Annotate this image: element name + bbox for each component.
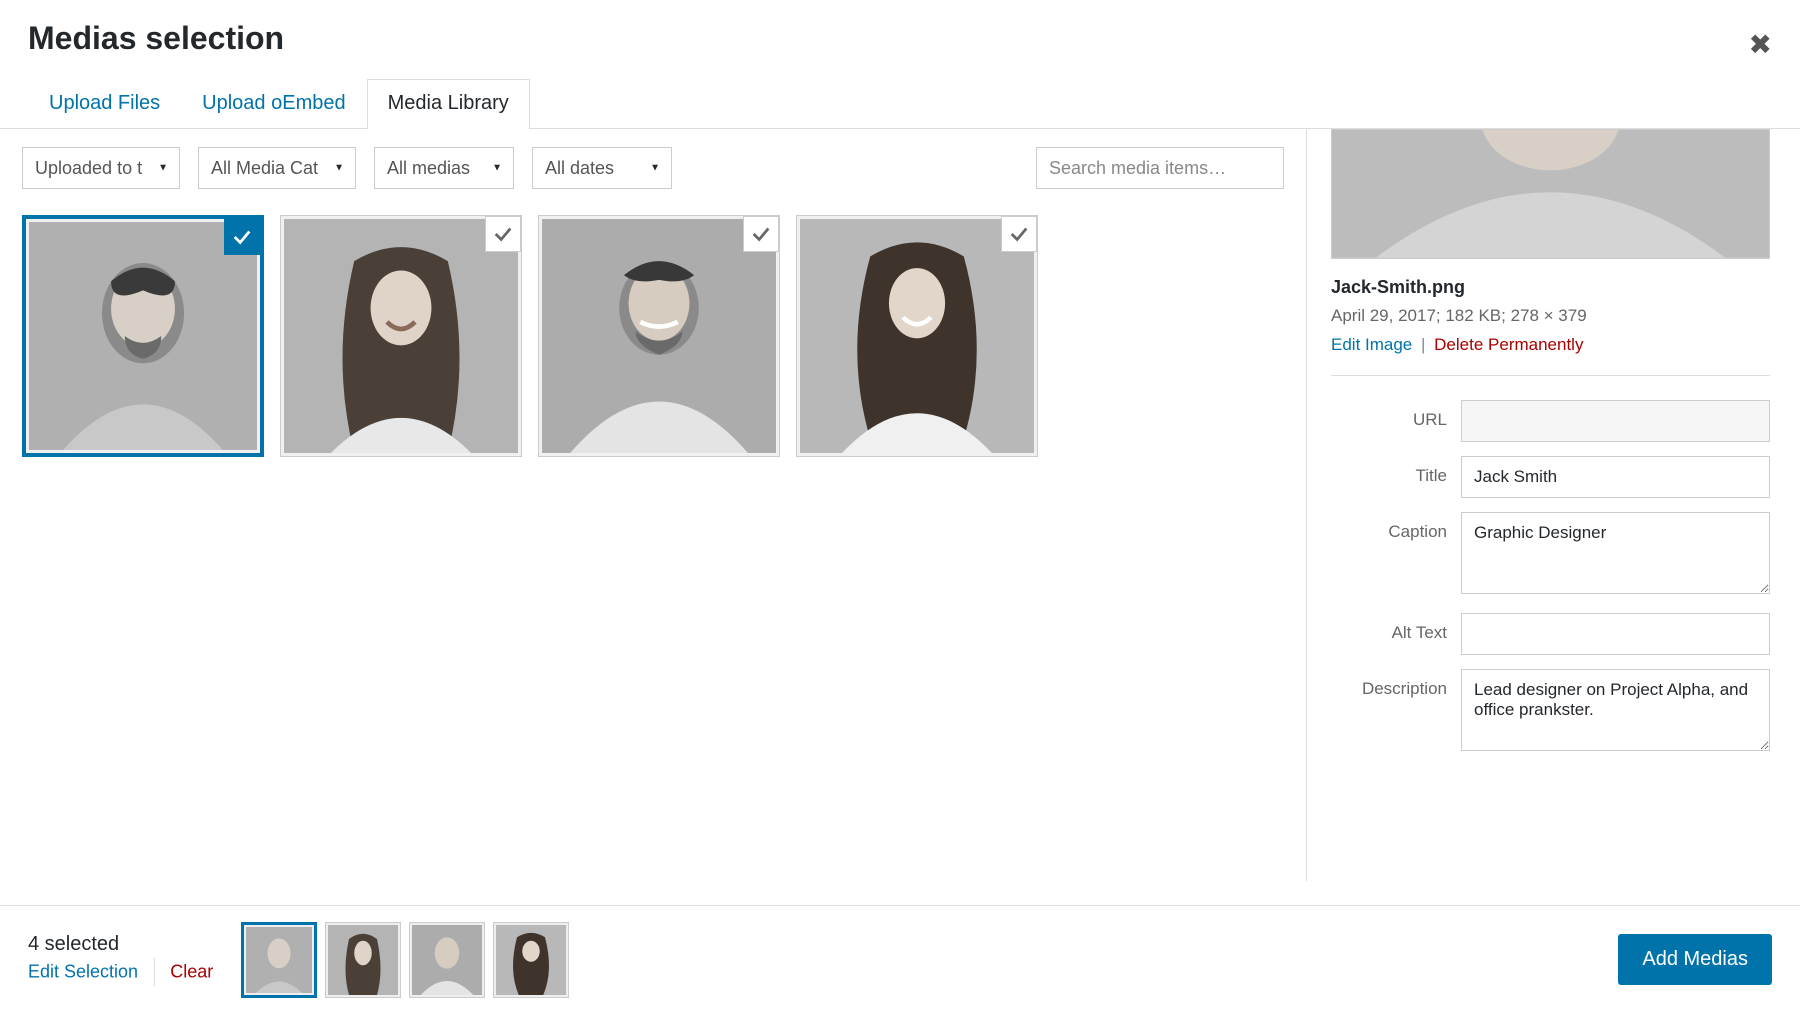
- close-button[interactable]: ✖: [1749, 28, 1772, 61]
- selection-count: 4 selected: [28, 933, 213, 956]
- media-thumb[interactable]: [22, 215, 264, 457]
- tab-upload-files[interactable]: Upload Files: [28, 79, 181, 129]
- selection-thumb[interactable]: [325, 922, 401, 998]
- attachment-meta: April 29, 2017; 182 KB; 278 × 379: [1331, 302, 1770, 329]
- attachment-details: Jack-Smith.png April 29, 2017; 182 KB; 2…: [1306, 129, 1800, 881]
- check-badge: [224, 219, 260, 255]
- thumb-image: [800, 219, 1034, 453]
- selection-thumb[interactable]: [241, 922, 317, 998]
- thumb-image: [29, 222, 257, 450]
- url-field[interactable]: [1461, 400, 1770, 442]
- close-icon: ✖: [1749, 29, 1772, 60]
- delete-permanently-link[interactable]: Delete Permanently: [1434, 335, 1583, 354]
- alt-text-label: Alt Text: [1331, 613, 1461, 643]
- check-badge: [1001, 216, 1037, 252]
- filter-attachment[interactable]: Uploaded to t: [22, 147, 180, 189]
- thumb-image: [284, 219, 518, 453]
- media-thumb[interactable]: [796, 215, 1038, 457]
- caption-field[interactable]: Graphic Designer: [1461, 512, 1770, 594]
- edit-selection-link[interactable]: Edit Selection: [28, 961, 138, 981]
- check-badge: [743, 216, 779, 252]
- filter-category[interactable]: All Media Cat: [198, 147, 356, 189]
- tab-media-library[interactable]: Media Library: [367, 79, 530, 129]
- tab-upload-oembed[interactable]: Upload oEmbed: [181, 79, 366, 129]
- search-input[interactable]: [1036, 147, 1284, 189]
- filter-date[interactable]: All dates: [532, 147, 672, 189]
- url-label: URL: [1331, 400, 1461, 430]
- alt-text-field[interactable]: [1461, 613, 1770, 655]
- selection-thumb[interactable]: [409, 922, 485, 998]
- caption-label: Caption: [1331, 512, 1461, 542]
- media-thumb[interactable]: [280, 215, 522, 457]
- modal-title: Medias selection: [28, 20, 1772, 57]
- filter-type[interactable]: All medias: [374, 147, 514, 189]
- add-medias-button[interactable]: Add Medias: [1618, 934, 1772, 985]
- description-label: Description: [1331, 669, 1461, 699]
- title-field[interactable]: [1461, 456, 1770, 498]
- divider: [1331, 375, 1770, 376]
- separator: |: [1421, 335, 1425, 354]
- clear-selection-link[interactable]: Clear: [170, 961, 213, 981]
- footer-toolbar: 4 selected Edit Selection Clear Add Medi…: [0, 905, 1800, 1013]
- title-label: Title: [1331, 456, 1461, 486]
- check-badge: [485, 216, 521, 252]
- media-grid: [22, 215, 1284, 457]
- edit-image-link[interactable]: Edit Image: [1331, 335, 1412, 354]
- selection-tray: [241, 922, 569, 998]
- attachment-filename: Jack-Smith.png: [1331, 277, 1770, 298]
- description-field[interactable]: Lead designer on Project Alpha, and offi…: [1461, 669, 1770, 751]
- thumb-image: [542, 219, 776, 453]
- selection-thumb[interactable]: [493, 922, 569, 998]
- separator: [154, 958, 155, 986]
- tabs: Upload Files Upload oEmbed Media Library: [0, 79, 1800, 129]
- media-thumb[interactable]: [538, 215, 780, 457]
- media-browser: Uploaded to t All Media Cat All medias A…: [0, 129, 1306, 881]
- attachment-preview: [1331, 129, 1770, 259]
